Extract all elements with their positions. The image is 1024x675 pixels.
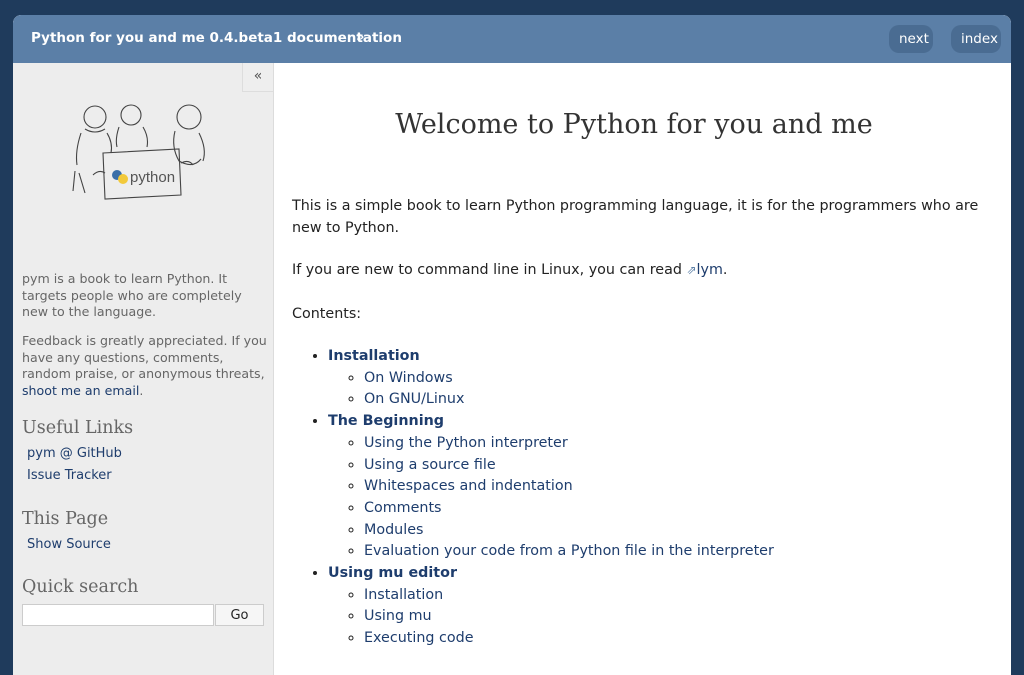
toc-link-installation[interactable]: Installation	[328, 348, 420, 364]
breadcrumb-separator: »	[356, 30, 365, 45]
top-navigation-bar: Python for you and me 0.4.beta1 document…	[13, 15, 1011, 63]
toc-link-on-windows[interactable]: On Windows	[364, 370, 453, 386]
list-item: On Windows	[364, 368, 1008, 390]
feedback-end: .	[139, 382, 144, 398]
list-item: Installation	[364, 585, 1008, 607]
github-link[interactable]: pym @ GitHub	[27, 446, 122, 461]
list-item: Modules	[364, 520, 1008, 542]
page-title: Welcome to Python for you and me	[395, 109, 873, 140]
contents-label: Contents:	[292, 306, 362, 322]
next-button[interactable]: next	[889, 25, 933, 53]
feedback-text: Feedback is greatly appreciated. If you …	[22, 333, 267, 381]
toc-link-modules[interactable]: Modules	[364, 522, 423, 538]
python-kids-logo-image: python	[72, 104, 205, 200]
toc-link-on-gnu-linux[interactable]: On GNU/Linux	[364, 391, 464, 407]
toc-link-executing-code[interactable]: Executing code	[364, 630, 474, 646]
python-logo-text: python	[130, 169, 175, 186]
lym-link[interactable]: ⇗lym	[686, 262, 722, 278]
toc-link-comments[interactable]: Comments	[364, 500, 442, 516]
sidebar: « python pym is a book to learn Python. …	[13, 63, 274, 675]
external-link-icon: ⇗	[686, 263, 697, 277]
toc-section: The Beginning Using the Python interpret…	[328, 411, 1008, 563]
list-item: Evaluation your code from a Python file …	[364, 541, 1008, 563]
collapse-sidebar-button[interactable]: «	[242, 63, 273, 92]
list-item: Executing code	[364, 628, 1008, 650]
intro-paragraph: This is a simple book to learn Python pr…	[292, 198, 979, 236]
toc-link-whitespaces[interactable]: Whitespaces and indentation	[364, 478, 573, 494]
quick-search-heading: Quick search	[22, 577, 139, 597]
useful-links-heading: Useful Links	[22, 418, 134, 438]
toc-link-interpreter[interactable]: Using the Python interpreter	[364, 435, 568, 451]
cli-paragraph: If you are new to command line in Linux,…	[292, 260, 997, 282]
toc-link-evaluation[interactable]: Evaluation your code from a Python file …	[364, 543, 774, 559]
cli-end: .	[722, 262, 728, 278]
sidebar-intro: pym is a book to learn Python. It target…	[22, 271, 242, 319]
list-item: Whitespaces and indentation	[364, 476, 1008, 498]
toc-link-mu-installation[interactable]: Installation	[364, 587, 443, 603]
index-button[interactable]: index	[951, 25, 1001, 53]
breadcrumb-home-link[interactable]: Python for you and me 0.4.beta1 document…	[31, 30, 402, 46]
list-item: Using the Python interpreter	[364, 433, 1008, 455]
toc-link-mu-editor[interactable]: Using mu editor	[328, 565, 457, 581]
toc-link-source-file[interactable]: Using a source file	[364, 457, 496, 473]
main-content: Welcome to Python for you and me This is…	[274, 63, 1011, 675]
list-item: Using a source file	[364, 455, 1008, 477]
list-item: Comments	[364, 498, 1008, 520]
toc-link-using-mu[interactable]: Using mu	[364, 608, 432, 624]
email-link[interactable]: shoot me an email	[22, 383, 139, 398]
cli-text: If you are new to command line in Linux,…	[292, 262, 687, 278]
this-page-heading: This Page	[22, 509, 109, 529]
search-go-button[interactable]: Go	[215, 604, 264, 626]
search-input[interactable]	[22, 604, 214, 626]
issue-tracker-link[interactable]: Issue Tracker	[27, 468, 112, 483]
toc-link-the-beginning[interactable]: The Beginning	[328, 413, 444, 429]
list-item: Using mu	[364, 606, 1008, 628]
toc-section: Installation On Windows On GNU/Linux	[328, 346, 1008, 411]
show-source-link[interactable]: Show Source	[27, 537, 111, 552]
document-window: Python for you and me 0.4.beta1 document…	[13, 15, 1011, 675]
sidebar-feedback: Feedback is greatly appreciated. If you …	[22, 333, 267, 399]
table-of-contents: Installation On Windows On GNU/Linux The…	[292, 346, 1008, 650]
lym-link-label: lym	[696, 262, 723, 278]
list-item: On GNU/Linux	[364, 389, 1008, 411]
toc-section: Using mu editor Installation Using mu Ex…	[328, 563, 1008, 650]
